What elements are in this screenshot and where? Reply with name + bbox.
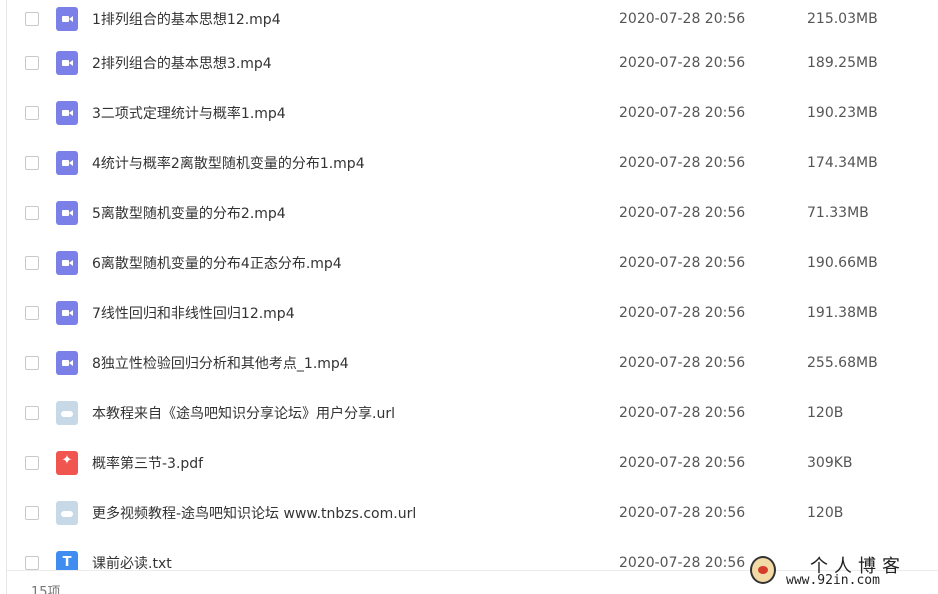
file-row[interactable]: 概率第三节-3.pdf 2020-07-28 20:56 309KB (0, 438, 938, 488)
file-row[interactable]: 6离散型随机变量的分布4正态分布.mp4 2020-07-28 20:56 19… (0, 238, 938, 288)
file-row[interactable]: 5离散型随机变量的分布2.mp4 2020-07-28 20:56 71.33M… (0, 188, 938, 238)
file-date: 2020-07-28 20:56 (619, 55, 746, 71)
file-name[interactable]: 8独立性检验回归分析和其他考点_1.mp4 (92, 353, 349, 373)
file-name[interactable]: 7线性回归和非线性回归12.mp4 (92, 303, 295, 323)
file-size: 120B (807, 405, 844, 421)
file-size: 120B (807, 505, 844, 521)
watermark: 个人博客 www.92in.com (740, 552, 938, 594)
select-checkbox[interactable] (25, 306, 39, 320)
file-date: 2020-07-28 20:56 (619, 355, 746, 371)
select-checkbox[interactable] (25, 12, 39, 26)
file-row[interactable]: 3二项式定理统计与概率1.mp4 2020-07-28 20:56 190.23… (0, 88, 938, 138)
file-name[interactable]: 课前必读.txt (92, 553, 172, 570)
pdf-file-icon (56, 451, 78, 475)
video-file-icon (56, 351, 78, 375)
mascot-logo-icon (750, 556, 776, 584)
file-name[interactable]: 本教程来自《途鸟吧知识分享论坛》用户分享.url (92, 403, 395, 423)
file-size: 309KB (807, 455, 853, 471)
file-size: 191.38MB (807, 305, 878, 321)
file-size: 174.34MB (807, 155, 878, 171)
file-row[interactable]: 更多视频教程-途鸟吧知识论坛 www.tnbzs.com.url 2020-07… (0, 488, 938, 538)
file-row[interactable]: 2排列组合的基本思想3.mp4 2020-07-28 20:56 189.25M… (0, 38, 938, 88)
file-name[interactable]: 更多视频教程-途鸟吧知识论坛 www.tnbzs.com.url (92, 503, 416, 523)
link-file-icon (56, 401, 78, 425)
select-checkbox[interactable] (25, 106, 39, 120)
select-checkbox[interactable] (25, 256, 39, 270)
watermark-url: www.92in.com (786, 573, 880, 588)
file-date: 2020-07-28 20:56 (619, 505, 746, 521)
file-date: 2020-07-28 20:56 (619, 555, 746, 570)
file-row[interactable]: 7线性回归和非线性回归12.mp4 2020-07-28 20:56 191.3… (0, 288, 938, 338)
video-file-icon (56, 201, 78, 225)
select-checkbox[interactable] (25, 56, 39, 70)
select-checkbox[interactable] (25, 356, 39, 370)
file-name[interactable]: 3二项式定理统计与概率1.mp4 (92, 103, 286, 123)
file-name[interactable]: 2排列组合的基本思想3.mp4 (92, 53, 272, 73)
file-date: 2020-07-28 20:56 (619, 405, 746, 421)
video-file-icon (56, 51, 78, 75)
file-date: 2020-07-28 20:56 (619, 255, 746, 271)
file-date: 2020-07-28 20:56 (619, 305, 746, 321)
video-file-icon (56, 251, 78, 275)
file-size: 190.66MB (807, 255, 878, 271)
select-checkbox[interactable] (25, 456, 39, 470)
video-file-icon (56, 7, 78, 31)
video-file-icon (56, 101, 78, 125)
file-row[interactable]: 4统计与概率2离散型随机变量的分布1.mp4 2020-07-28 20:56 … (0, 138, 938, 188)
select-checkbox[interactable] (25, 156, 39, 170)
file-name[interactable]: 4统计与概率2离散型随机变量的分布1.mp4 (92, 153, 365, 173)
file-size: 255.68MB (807, 355, 878, 371)
file-row[interactable]: 本教程来自《途鸟吧知识分享论坛》用户分享.url 2020-07-28 20:5… (0, 388, 938, 438)
file-row[interactable]: 8独立性检验回归分析和其他考点_1.mp4 2020-07-28 20:56 2… (0, 338, 938, 388)
file-date: 2020-07-28 20:56 (619, 11, 746, 27)
file-date: 2020-07-28 20:56 (619, 155, 746, 171)
text-file-icon (56, 551, 78, 570)
video-file-icon (56, 301, 78, 325)
file-name[interactable]: 1排列组合的基本思想12.mp4 (92, 9, 281, 29)
file-list-window: 1排列组合的基本思想12.mp4 2020-07-28 20:56 215.03… (0, 0, 938, 594)
file-row[interactable]: 1排列组合的基本思想12.mp4 2020-07-28 20:56 215.03… (0, 0, 938, 38)
file-name[interactable]: 概率第三节-3.pdf (92, 453, 203, 473)
file-size: 71.33MB (807, 205, 869, 221)
file-list: 1排列组合的基本思想12.mp4 2020-07-28 20:56 215.03… (0, 0, 938, 570)
file-date: 2020-07-28 20:56 (619, 105, 746, 121)
file-date: 2020-07-28 20:56 (619, 205, 746, 221)
video-file-icon (56, 151, 78, 175)
file-name[interactable]: 6离散型随机变量的分布4正态分布.mp4 (92, 253, 342, 273)
file-size: 189.25MB (807, 55, 878, 71)
file-size: 215.03MB (807, 11, 878, 27)
select-checkbox[interactable] (25, 556, 39, 570)
item-count: 15项 (31, 585, 61, 594)
select-checkbox[interactable] (25, 206, 39, 220)
file-date: 2020-07-28 20:56 (619, 455, 746, 471)
select-checkbox[interactable] (25, 506, 39, 520)
select-checkbox[interactable] (25, 406, 39, 420)
file-size: 190.23MB (807, 105, 878, 121)
link-file-icon (56, 501, 78, 525)
file-name[interactable]: 5离散型随机变量的分布2.mp4 (92, 203, 286, 223)
